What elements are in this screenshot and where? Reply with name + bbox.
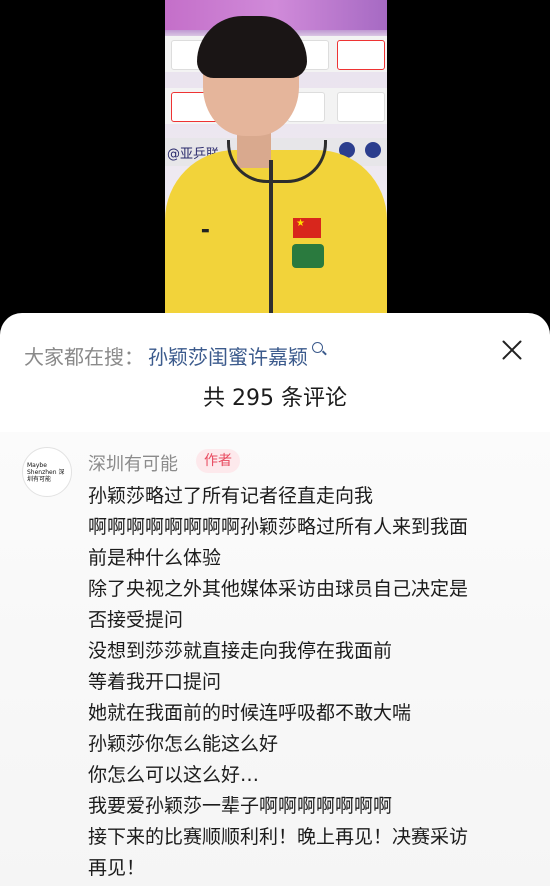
comment-line: 她就在我面前的时候连呼吸都不敢大喘: [88, 702, 412, 724]
comment-count: 共 295 条评论: [203, 386, 347, 411]
comment-line: 除了央视之外其他媒体采访由球员自己决定是: [88, 578, 469, 600]
comment-line: 接下来的比赛顺顺利利！晚上再见！决赛采访: [88, 826, 469, 848]
search-term-link[interactable]: 孙颖莎闺蜜许嘉颖: [148, 341, 308, 370]
comment-line: 等着我开口提问: [88, 671, 222, 693]
comment-line: 孙颖莎你怎么能这么好: [88, 733, 279, 755]
comment-line: 孙颖莎略过了所有记者径直走向我: [88, 485, 374, 507]
search-icon: [312, 341, 323, 353]
comment-body[interactable]: 孙颖莎略过了所有记者径直走向我 啊啊啊啊啊啊啊啊孙颖莎略过所有人来到我面 前是种…: [88, 481, 528, 884]
comment-line: 你怎么可以这么好…: [88, 764, 260, 786]
avatar-logo-text: Maybe Shenzhen 深圳有可能: [27, 462, 65, 483]
close-button[interactable]: [496, 334, 528, 366]
avatar[interactable]: Maybe Shenzhen 深圳有可能: [22, 447, 72, 497]
author-name[interactable]: 深圳有可能: [88, 450, 178, 476]
comment-line: 我要爱孙颖莎一辈子啊啊啊啊啊啊啊: [88, 795, 393, 817]
zipper: [269, 160, 273, 330]
video-frame: @亚乒联 ▬: [165, 0, 387, 330]
comment-line: 前是种什么体验: [88, 547, 222, 569]
search-prefix: 大家都在搜：: [24, 344, 144, 369]
comment-line: 再见！: [88, 857, 146, 879]
trending-search[interactable]: 大家都在搜： 孙颖莎闺蜜许嘉颖: [24, 340, 323, 370]
sponsor-emblem-icon: [292, 244, 324, 268]
china-flag-icon: [293, 218, 321, 238]
instagram-icon: [365, 142, 381, 158]
comment-line: 否接受提问: [88, 609, 184, 631]
comment-line: 没想到莎莎就直接走向我停在我面前: [88, 640, 393, 662]
brand-logo-icon: ▬: [201, 226, 210, 236]
comment-line: 啊啊啊啊啊啊啊啊孙颖莎略过所有人来到我面: [88, 516, 469, 538]
author-badge: 作者: [196, 449, 240, 473]
video-player[interactable]: @亚乒联 ▬: [0, 0, 550, 330]
